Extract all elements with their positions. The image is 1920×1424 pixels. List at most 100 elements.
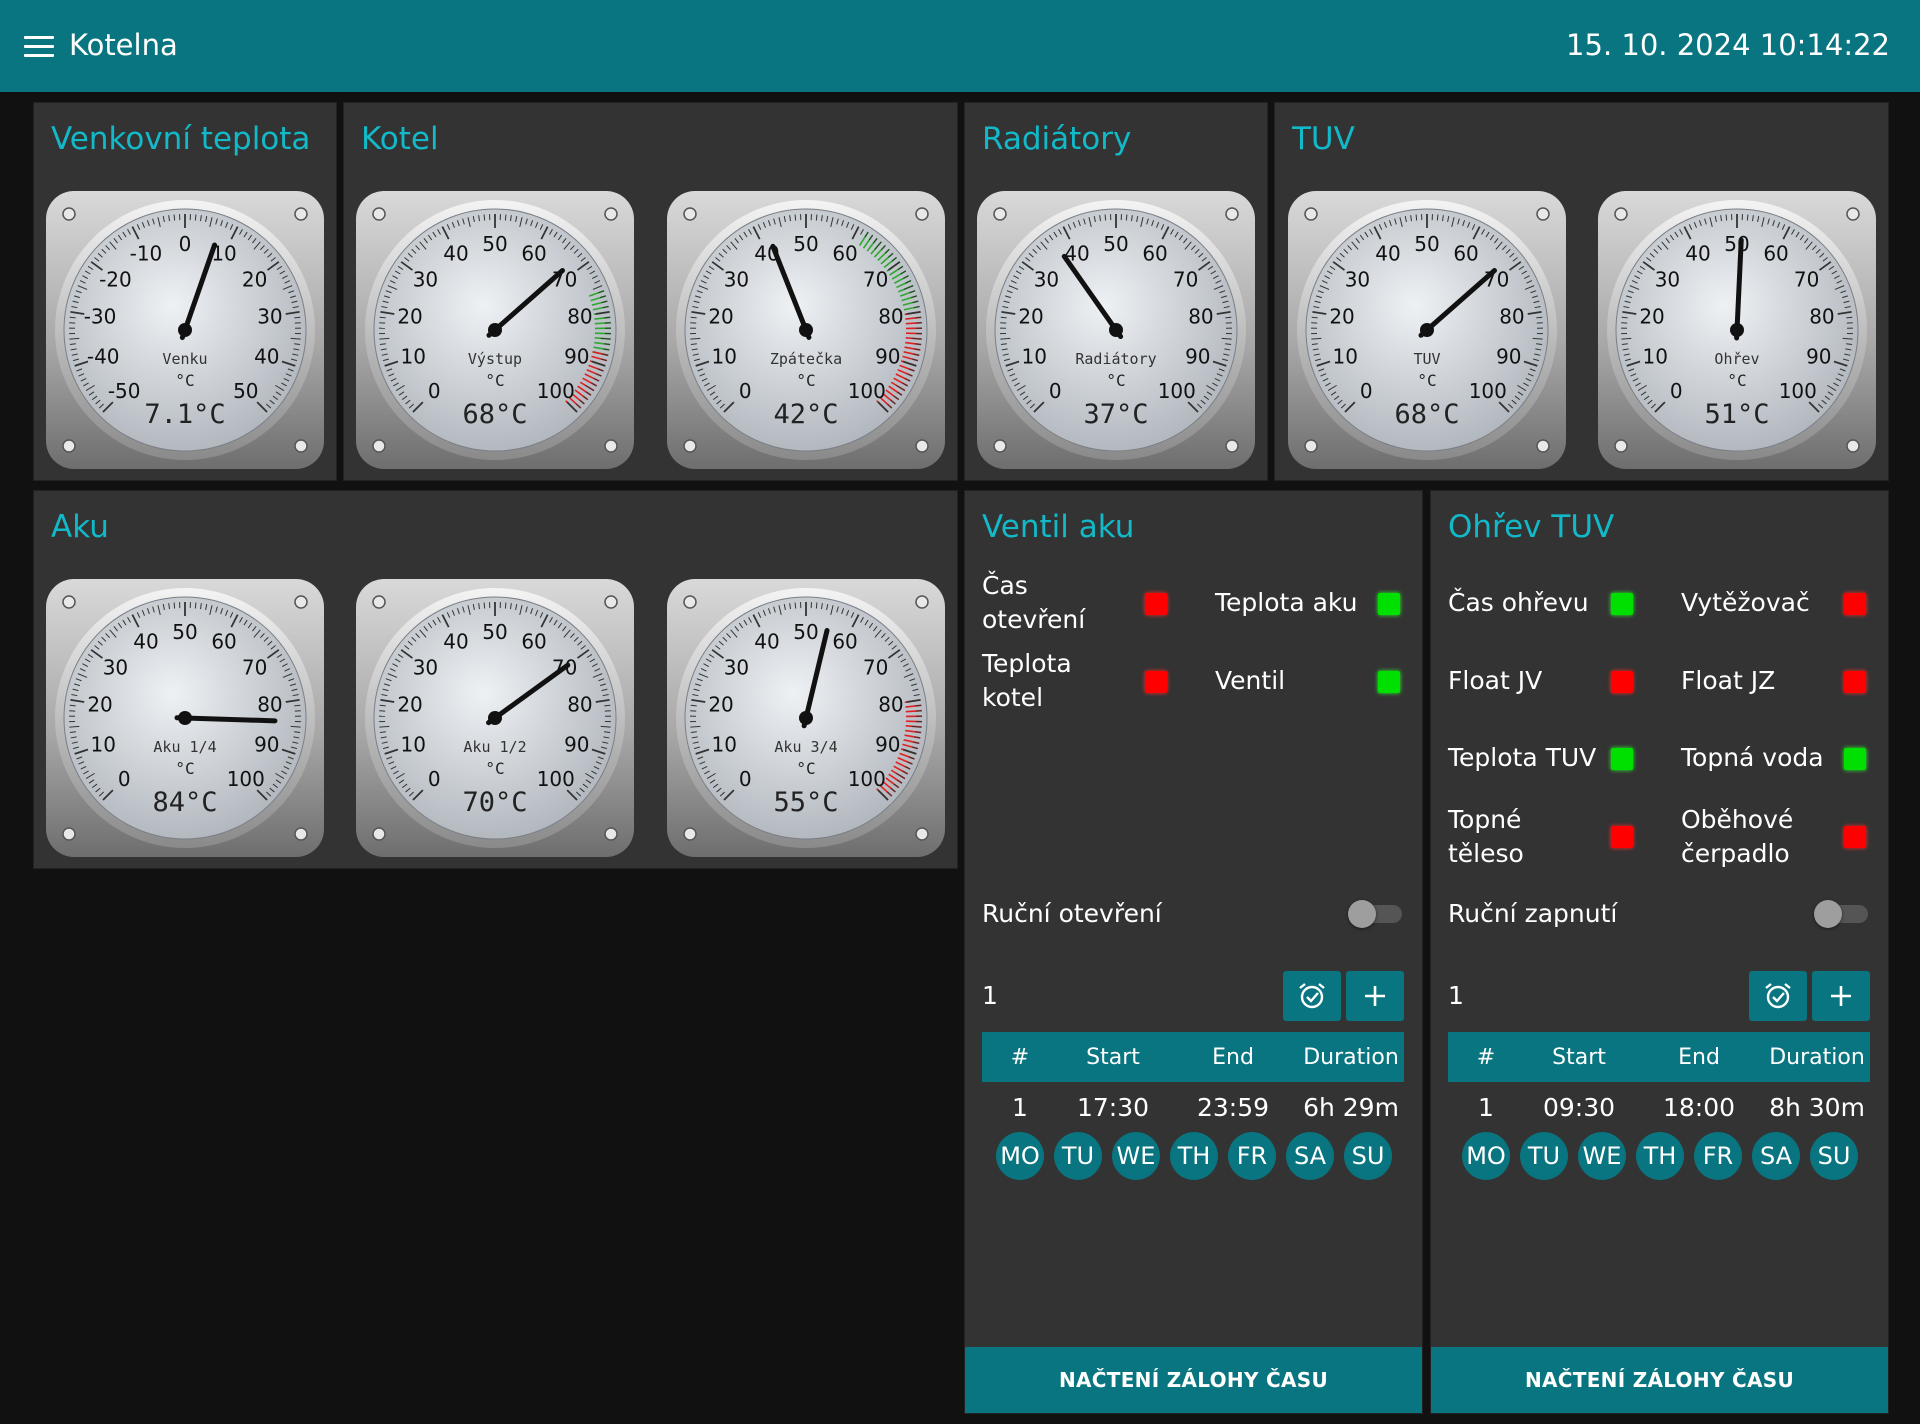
day-mo[interactable]: MO [1462,1132,1510,1180]
load-time-backup-button[interactable]: NAČTENÍ ZÁLOHY ČASU [965,1347,1422,1413]
toggle-knob [1814,900,1842,928]
gauge-tick-label: 40 [1685,241,1710,265]
gauge-label: TUV [1413,350,1440,368]
indicator-led [1611,748,1633,770]
gauge-aku-1-2: 0102030405060708090100Aku 1/2°C70°C [355,578,635,858]
gauge-unit: °C [175,371,194,390]
day-sa[interactable]: SA [1286,1132,1334,1180]
cell-start: 09:30 [1542,1092,1616,1122]
gauge-svg: 010203040 50 60708090100TUV°C68°C [1288,191,1566,469]
gauge-tick-label: 30 [413,655,438,679]
day-we[interactable]: WE [1578,1132,1626,1180]
manual-open-toggle[interactable] [1348,900,1402,928]
day-tu[interactable]: TU [1520,1132,1568,1180]
gauge-tick-label: 100 [1779,379,1817,403]
gauge-tick-label: 30 [724,655,749,679]
gauge-tick [915,704,922,707]
alarm-button[interactable] [1283,971,1341,1021]
alarm-button[interactable] [1749,971,1807,1021]
cell-duration: 8h 30m [1769,1092,1865,1122]
indicator-label: Teplota aku [1215,588,1358,617]
gauge-tick [1415,214,1418,221]
day-fr[interactable]: FR [1694,1132,1742,1180]
day-we[interactable]: WE [1112,1132,1160,1180]
screw-icon [604,439,618,453]
gauge-tick-label: 40 [754,629,779,653]
gauge-tick-label: 40 [443,241,468,265]
screw-icon [372,439,386,453]
load-time-backup-button[interactable]: NAČTENÍ ZÁLOHY ČASU [1431,1347,1888,1413]
manual-open-label: Ruční otevření [982,899,1162,928]
screw-icon [1304,439,1318,453]
gauge-tick [294,704,301,707]
screw-icon [294,827,308,841]
gauge-hub [488,323,502,337]
panel-title: Aku [51,509,109,545]
screw-icon [1846,439,1860,453]
panel-title: Radiátory [982,121,1132,157]
gauge-tick [173,214,176,221]
gauge-tick-label: 100 [848,379,886,403]
gauge-tick [1436,214,1439,221]
gauge-tick [604,704,611,707]
gauge-tick [1746,214,1749,221]
gauge-tick-label: -50 [108,379,141,403]
panel-title: TUV [1292,121,1355,157]
panel-title: Ohřev TUV [1448,509,1615,545]
hamburger-menu-icon[interactable] [24,36,54,58]
gauge-label: Výstup [468,350,522,368]
gauge-tick-label: 0 [1049,379,1062,403]
day-fr[interactable]: FR [1228,1132,1276,1180]
gauge-tick-label: 50 [1414,232,1439,256]
screw-icon [1846,207,1860,221]
day-sa[interactable]: SA [1752,1132,1800,1180]
gauge-label: Aku 1/4 [153,738,216,756]
gauge-tick-label: -40 [87,345,120,369]
gauge-tick-label: 60 [1763,241,1788,265]
day-th[interactable]: TH [1636,1132,1684,1180]
manual-on-toggle[interactable] [1814,900,1868,928]
gauge-tick-label: 0 [118,767,131,791]
gauge-tick [1725,214,1728,221]
gauge-tick-label: -30 [84,305,117,329]
schedule-count: 1 [1448,981,1464,1010]
gauge-tick [1311,316,1318,319]
cell-number: 1 [1478,1092,1494,1122]
add-schedule-button[interactable] [1346,971,1404,1021]
screw-icon [372,827,386,841]
day-tu[interactable]: TU [1054,1132,1102,1180]
gauge-tick [504,214,507,221]
gauge-svg: 010 20 3040 50 6070 80 90 100 Aku 1/4 °C 84°C [46,579,324,857]
screw-icon [604,827,618,841]
gauge-tick [1621,316,1628,319]
screw-icon [294,439,308,453]
day-th[interactable]: TH [1170,1132,1218,1180]
gauge-tick-label: 20 [397,305,422,329]
gauge-tick-label: 90 [1185,345,1210,369]
gauge-tick-label: 10 [1021,345,1046,369]
gauge-tick-label: 50 [1724,232,1749,256]
gauge-tick-label: 80 [567,693,592,717]
day-su[interactable]: SU [1810,1132,1858,1180]
table-row[interactable]: 1 09:30 18:00 8h 30m [1448,1082,1870,1132]
gauge-value: 7.1°C [144,399,225,430]
screw-icon [1304,207,1318,221]
screw-icon [683,207,697,221]
gauge-tick [483,602,486,609]
gauge-tick-label: 80 [567,305,592,329]
indicator-led [1145,671,1167,693]
gauge-tick [815,602,818,609]
day-su[interactable]: SU [1344,1132,1392,1180]
indicator-label: Čas ohřevu [1448,588,1589,617]
gauge-value: 84°C [152,787,217,818]
gauge-tick-label: 100 [1158,379,1196,403]
screw-icon [1225,207,1239,221]
screw-icon [1536,439,1550,453]
gauge-tick-label: 50 [172,620,197,644]
day-mo[interactable]: MO [996,1132,1044,1180]
gauge-tick [1225,316,1232,319]
gauge-tick-label: 50 [793,232,818,256]
col-header: # [1010,1044,1030,1070]
add-schedule-button[interactable] [1812,971,1870,1021]
table-row[interactable]: 1 17:30 23:59 6h 29m [982,1082,1404,1132]
